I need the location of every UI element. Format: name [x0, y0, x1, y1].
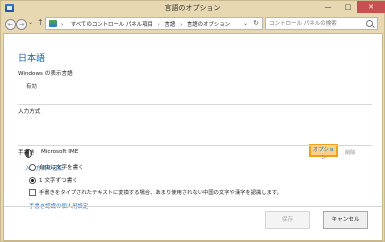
breadcrumb-separator: ›	[179, 22, 183, 28]
address-dropdown-icon[interactable]: ⌄	[243, 20, 248, 27]
control-panel-address-icon	[49, 20, 57, 27]
windows-display-language-value: 有効	[26, 84, 37, 90]
recognize-rare-characters-label[interactable]: 手書きをタイプされたテキストに変換する場合、あまり使用されない中国の文字や漢字を…	[39, 188, 374, 196]
navigation-bar: ← → ⌄ ↑ › すべてのコントロール パネル項目 › 言語 › 言語のオプシ…	[3, 16, 382, 33]
recognize-rare-characters-checkbox[interactable]	[29, 189, 36, 196]
breadcrumb-language-options[interactable]: 言語のオプション	[187, 22, 230, 28]
section-divider	[18, 145, 372, 146]
refresh-icon[interactable]: ↻	[253, 19, 259, 27]
single-character-handwriting-label[interactable]: 1 文字ずつ書く	[39, 176, 78, 184]
breadcrumb-separator: ›	[157, 22, 160, 28]
search-box[interactable]	[265, 17, 378, 30]
input-method-name: Microsoft IME	[41, 149, 79, 155]
ime-delete-link[interactable]: 削除	[345, 149, 355, 156]
up-button[interactable]: ↑	[37, 18, 44, 27]
title-bar: 言語のオプション — □ ✕	[1, 1, 385, 16]
windows-display-language-label: Windows の表示言語	[18, 71, 73, 77]
cancel-button[interactable]: キャンセル	[323, 211, 368, 229]
breadcrumb: › すべてのコントロール パネル項目 › 言語 › 言語のオプション	[61, 20, 230, 28]
language-options-window: 言語のオプション — □ ✕ ← → ⌄ ↑ › すべてのコントロール パネル項…	[0, 0, 385, 242]
footer-divider	[4, 206, 382, 207]
forward-button[interactable]: →	[16, 19, 27, 30]
save-button[interactable]: 保存	[265, 211, 310, 229]
address-bar[interactable]: › すべてのコントロール パネル項目 › 言語 › 言語のオプション ⌄ ↻	[45, 17, 263, 30]
search-input[interactable]	[269, 19, 364, 28]
handwriting-label: 手書き	[18, 150, 35, 156]
freeform-handwriting-radio[interactable]	[29, 164, 36, 171]
page-title: 日本語	[18, 54, 46, 64]
minimize-button[interactable]: —	[319, 1, 337, 13]
back-button[interactable]: ←	[5, 19, 16, 30]
search-icon[interactable]	[366, 20, 373, 27]
main-content: 日本語 Windows の表示言語 有効 入力方式 Microsoft IME …	[3, 33, 383, 241]
close-button[interactable]: ✕	[357, 1, 385, 13]
freeform-handwriting-label[interactable]: 自由に文字を書く	[39, 163, 84, 171]
input-method-label: 入力方式	[18, 109, 41, 115]
recent-locations-button[interactable]: ⌄	[28, 19, 33, 26]
maximize-button[interactable]: □	[339, 1, 357, 13]
breadcrumb-language[interactable]: 言語	[164, 22, 175, 28]
single-character-handwriting-radio[interactable]	[29, 177, 36, 184]
section-divider	[18, 104, 372, 105]
breadcrumb-all-control-panel-items[interactable]: すべてのコントロール パネル項目	[71, 22, 153, 28]
breadcrumb-separator: ›	[61, 22, 64, 28]
